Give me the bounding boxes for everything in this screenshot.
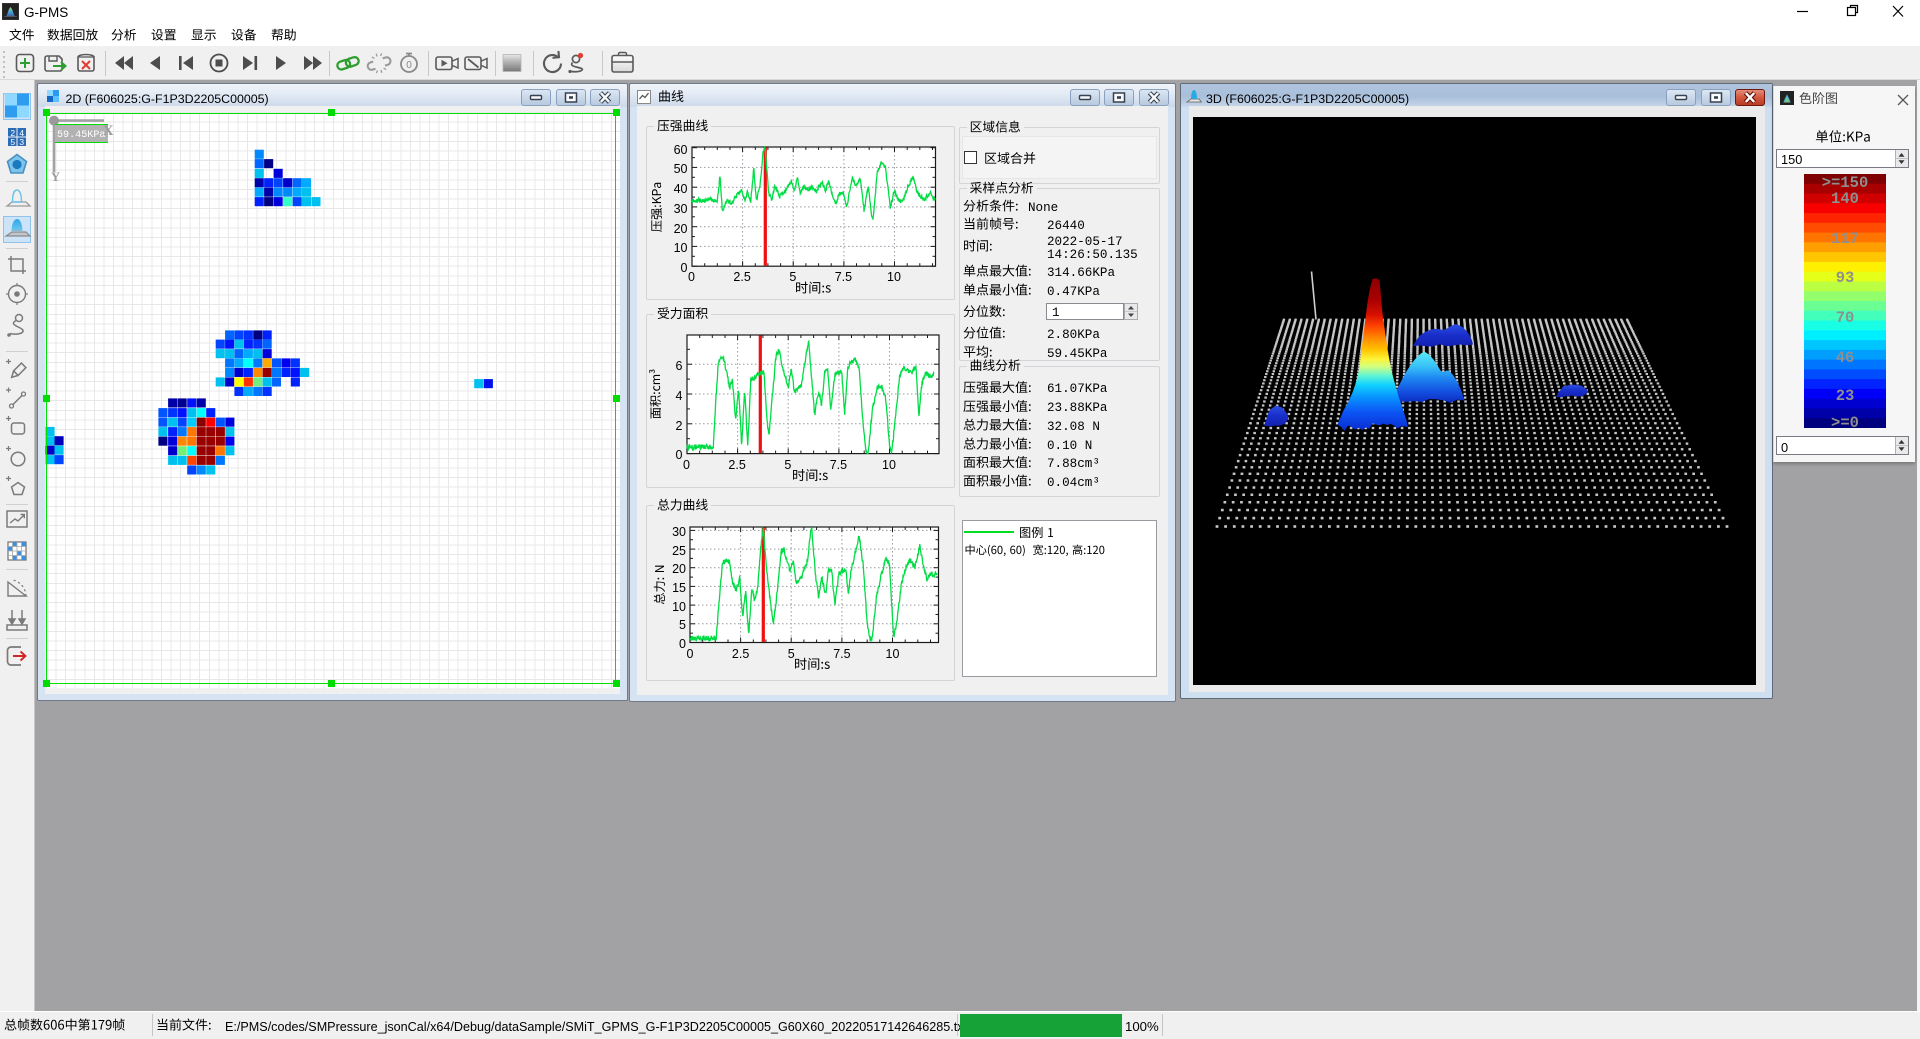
svg-text:Y: Y bbox=[51, 170, 60, 184]
svg-text:X: X bbox=[103, 123, 114, 139]
